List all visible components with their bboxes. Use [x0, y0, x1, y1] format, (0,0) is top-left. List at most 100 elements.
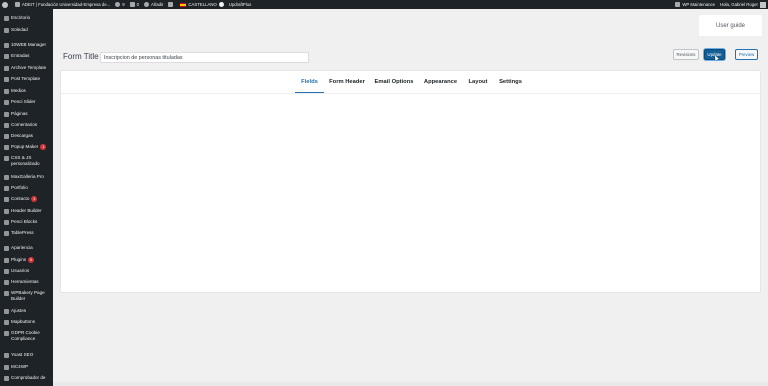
tab-fields[interactable]: Fields: [295, 71, 324, 93]
home-icon: [15, 2, 20, 7]
sidebar-item-wpbakery-page-builder[interactable]: WPBakery Page Builder: [0, 290, 53, 301]
sidebar-item-label: Contacto: [11, 196, 30, 201]
notification-badge: 9: [28, 257, 35, 263]
mc4wp-icon: [4, 364, 9, 370]
sidebar-item-popup-maker[interactable]: Popup Maker 1: [0, 144, 53, 150]
maintenance-link[interactable]: WP Maintenance: [675, 2, 715, 7]
sidebar-item-tablepress[interactable]: TablePress: [0, 230, 53, 236]
sidebar-item-label: Comentarios: [11, 122, 38, 127]
sidebar-item-penci-blocks[interactable]: Penci Blocks: [0, 219, 53, 225]
notification-badge: 1: [40, 144, 47, 150]
comprobador-de-icon: [4, 375, 9, 381]
sidebar-item-label: Portfolio: [11, 185, 28, 190]
seo-menu[interactable]: [168, 2, 175, 7]
sidebar-item-css-js-personalizado[interactable]: CSS & JS personalizado: [0, 155, 53, 166]
sidebar-item-label: Penci Slider: [11, 99, 36, 104]
entradas-icon: [4, 53, 9, 59]
sidebar-item-label: 10WEB Manager: [11, 42, 46, 47]
sidebar-item-apariencia[interactable]: Apariencia: [0, 245, 53, 251]
language-switcher[interactable]: CASTELLANO: [180, 2, 224, 7]
sidebar-item-penci-slider[interactable]: Penci Slider: [0, 99, 53, 105]
updraftplus-link[interactable]: UpdraftPlus: [229, 2, 251, 7]
apariencia-icon: [4, 245, 9, 251]
form-editor-panel: Fields Form Header Email Options Appeara…: [60, 70, 762, 293]
form-title-label: Form Title: [63, 52, 99, 61]
notification-badge: 1: [31, 196, 38, 202]
sidebar-item-medios[interactable]: Medios: [0, 88, 53, 94]
tab-bar: Fields Form Header Email Options Appeara…: [61, 71, 762, 94]
new-label: Añadir: [151, 2, 164, 7]
sidebar-item-comentarios[interactable]: Comentarios: [0, 122, 53, 128]
user-guide-button[interactable]: User guide: [699, 15, 762, 36]
sidebar-item-p-ginas[interactable]: Páginas: [0, 111, 53, 117]
sidebar-item-escritorio[interactable]: Escritorio: [0, 15, 53, 21]
css-js-personalizado-icon: [4, 155, 9, 161]
tab-form-header[interactable]: Form Header: [327, 71, 367, 93]
sidebar-item-label: Escritorio: [11, 15, 31, 20]
sidebar-item-entradas[interactable]: Entradas: [0, 53, 53, 59]
sidebar-item-label: Descargas: [11, 133, 33, 138]
popup-maker-icon: [4, 144, 9, 150]
sidebar-item-label: Usuarios: [11, 268, 30, 273]
wrench-icon: [675, 2, 681, 7]
sidebar-item-10web-manager[interactable]: 10WEB Manager: [0, 42, 53, 48]
sidebar-item-text: WPBakery Page Builder: [11, 290, 53, 301]
sidebar-item-comprobador-de[interactable]: Comprobador de: [0, 375, 53, 381]
sidebar-item-mc4wp[interactable]: MC4WP: [0, 364, 53, 370]
language-label: CASTELLANO: [188, 2, 217, 7]
new-content-link[interactable]: Añadir: [144, 2, 163, 7]
sidebar-item-herramientas[interactable]: Herramientas: [0, 279, 53, 285]
sidebar-item-yoast-seo[interactable]: Yoast SEO: [0, 352, 53, 358]
site-name-link[interactable]: ADEIT | Fundación Universidad-Empresa de…: [15, 2, 110, 7]
sidebar-item-plugins[interactable]: Plugins 9: [0, 257, 53, 263]
greeting: Hola, Gabriel Roger: [720, 2, 758, 7]
sidebar-item-text: Páginas: [11, 111, 53, 117]
sidebar-item-archive-template[interactable]: Archive Template: [0, 65, 53, 71]
form-title-input[interactable]: [100, 52, 309, 63]
sidebar-item-label: MaxGalleria Pro: [11, 174, 44, 179]
wordpress-logo-item[interactable]: [2, 1, 10, 8]
sidebar-item-label: CSS & JS personalizado: [11, 155, 40, 166]
yoast-seo-icon: [4, 352, 9, 358]
sidebar-item-soledad[interactable]: Soledad: [0, 27, 53, 33]
wpbakery-page-builder-icon: [4, 290, 9, 296]
sidebar-item-usuarios[interactable]: Usuarios: [0, 268, 53, 274]
herramientas-icon: [4, 279, 9, 285]
sidebar-item-label: Medios: [11, 88, 26, 93]
sidebar-item-portfolio[interactable]: Portfolio: [0, 185, 53, 191]
sidebar-item-text: CSS & JS personalizado: [11, 155, 53, 166]
yoast-icon: [168, 2, 174, 7]
sidebar-item-label: Comprobador de: [11, 375, 46, 380]
tab-appearance[interactable]: Appearance: [422, 71, 459, 93]
preview-button[interactable]: Preview: [735, 49, 758, 60]
spain-flag-icon: [180, 2, 187, 7]
comments-link[interactable]: 0: [129, 2, 139, 7]
sidebar-item-label: Plugins: [11, 257, 27, 262]
sidebar-item-maxgalleria-pro[interactable]: MaxGalleria Pro: [0, 174, 53, 180]
sidebar-item-text: GDPR Cookie Compliance: [11, 330, 53, 341]
sidebar-item-text: Herramientas: [11, 279, 53, 285]
p-ginas-icon: [4, 111, 9, 117]
sidebar-item-label: Ajustes: [11, 308, 27, 313]
revisions-button[interactable]: Revisions: [673, 49, 699, 60]
updates-link[interactable]: 9: [115, 2, 125, 7]
sidebar-item-ajustes[interactable]: Ajustes: [0, 308, 53, 314]
sidebar-item-header-builder[interactable]: Header Builder: [0, 208, 53, 214]
escritorio-icon: [4, 15, 9, 21]
sidebar-item-mapbuttons[interactable]: Mapbuttons: [0, 319, 53, 325]
portfolio-icon: [4, 185, 9, 191]
tab-settings[interactable]: Settings: [497, 71, 524, 93]
sidebar-item-descargas[interactable]: Descargas: [0, 133, 53, 139]
sidebar-item-label: Archive Template: [11, 65, 47, 70]
sidebar-item-contacto[interactable]: Contacto 1: [0, 196, 53, 202]
account-menu[interactable]: Hola, Gabriel Roger: [720, 1, 766, 8]
sidebar-item-text: TablePress: [11, 230, 53, 236]
sidebar-item-text: Penci Blocks: [11, 219, 53, 225]
tab-email-options[interactable]: Email Options: [373, 71, 415, 93]
help-icon: [218, 2, 224, 7]
sidebar-item-label: Herramientas: [11, 279, 39, 284]
wordpress-logo-icon: [2, 1, 8, 8]
sidebar-item-gdpr-cookie-compliance[interactable]: GDPR Cookie Compliance: [0, 330, 53, 341]
sidebar-item-post-template[interactable]: Post Template: [0, 76, 53, 82]
tab-layout[interactable]: Layout: [465, 71, 491, 93]
